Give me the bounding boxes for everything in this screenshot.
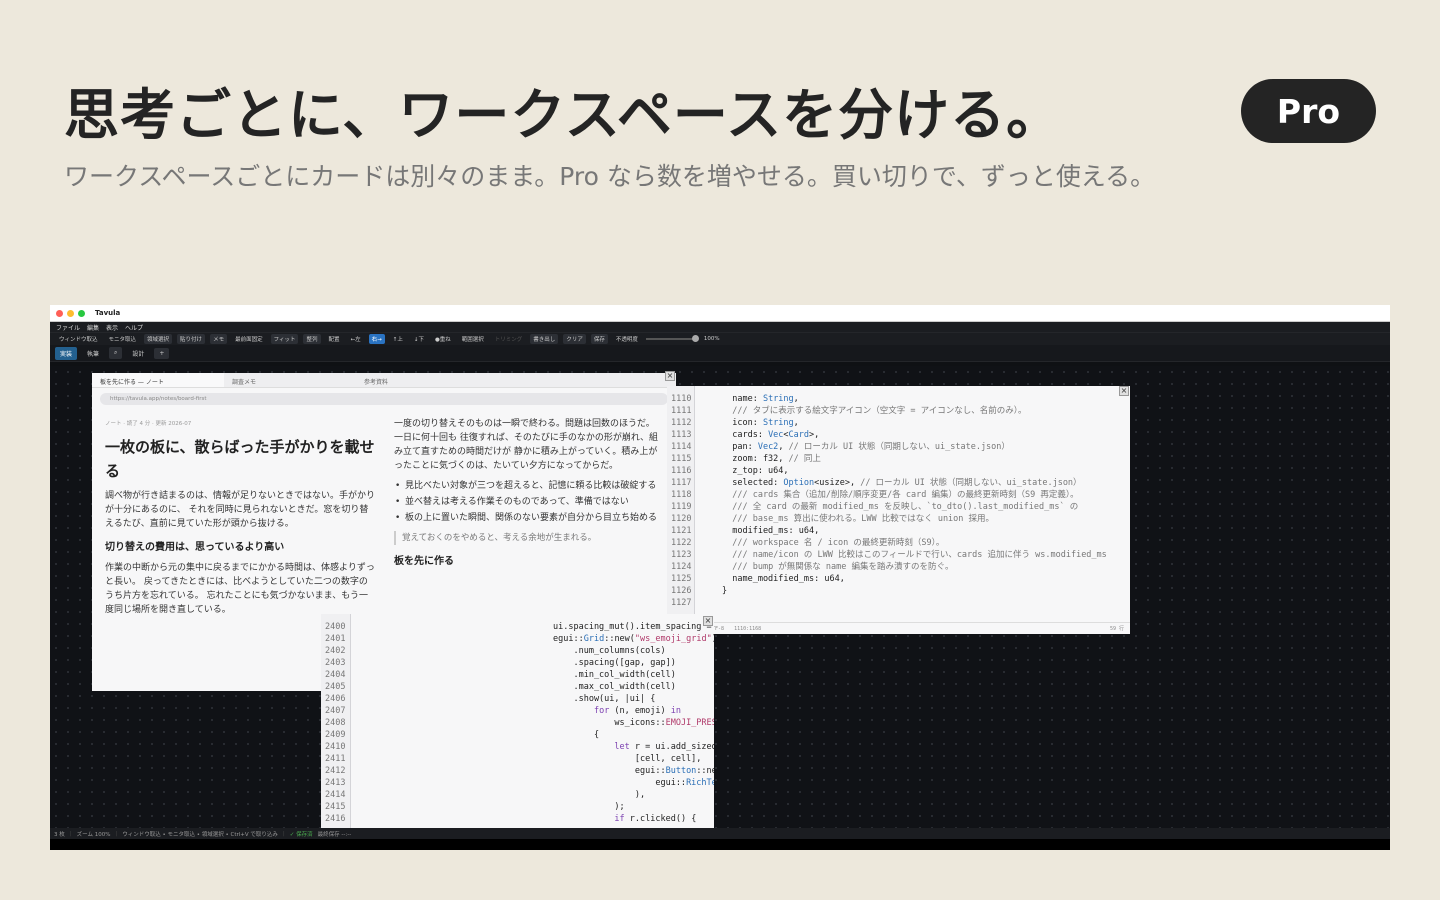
menu-file[interactable]: ファイル — [56, 323, 80, 332]
note-bullet-list: 見比べたい対象が三つを超えると、記憶に頼る比較は破綻する 並べ替えは考える作業そ… — [394, 479, 662, 525]
code-lines: ui.spacing_mut().item_spacing = egui egu… — [553, 622, 714, 824]
list-item: 板の上に置いた瞬間、関係のない要素が自分から目立ち始める — [394, 511, 662, 525]
fit-button[interactable]: フィット — [270, 334, 299, 344]
card-count: 3 枚 — [54, 831, 65, 838]
layout-label: 配置 — [328, 337, 340, 343]
note-title: 一枚の板に、散らばった手がかりを載せる — [105, 438, 375, 480]
capture-monitor-button[interactable]: モニタ取込 — [106, 334, 140, 344]
title-bar: Tavula — [50, 305, 1390, 322]
note-close-button[interactable]: × — [665, 371, 675, 381]
add-workspace-button[interactable]: + — [154, 347, 170, 359]
trim-button[interactable]: トリミング — [492, 334, 526, 344]
note-url-bar[interactable]: https://tavula.app/notes/board-first — [100, 393, 668, 405]
range-select-button[interactable]: 範囲選択 — [459, 334, 487, 344]
layout-stack-button[interactable]: ●重ね — [432, 334, 454, 344]
code-card-2-close-button[interactable]: × — [703, 616, 713, 626]
workspace-tab-design[interactable]: 設計 — [127, 347, 149, 360]
note-right-column: 一度の切り替えそのものは一瞬で終わる。問題は回数のほうだ。一日に何十回も 往復す… — [394, 417, 662, 575]
zoom-level: ズーム 100% — [76, 831, 111, 838]
note-heading-3: 板を先に作る — [394, 556, 454, 567]
note-paragraph-2: 作業の中断から元の集中に戻るまでにかかる時間は、体感よりずっと長い。 戻ってきた… — [105, 563, 375, 615]
code-position: 1110:1168 — [734, 625, 762, 632]
code-card-1-close-button[interactable]: × — [1119, 386, 1129, 396]
menu-edit[interactable]: 編集 — [87, 323, 99, 332]
code-card-2[interactable]: 2400 2401 2402 2403 2404 2405 2406 2407 … — [321, 614, 714, 830]
opacity-value: 100% — [703, 336, 720, 342]
capture-window-button[interactable]: ウィンドウ取込 — [56, 334, 101, 344]
code-status-bar: UTF-8 1110:1168 59 行 — [667, 622, 1130, 634]
layout-right-button[interactable]: 右→ — [368, 334, 385, 344]
save-button[interactable]: 保存 — [590, 334, 608, 344]
note-tab-main[interactable]: 板を先に作る — ノート — [92, 373, 224, 387]
clear-button[interactable]: クリア — [563, 334, 586, 344]
app-title: Tavula — [95, 309, 121, 317]
list-item: 見比べたい対象が三つを超えると、記憶に頼る比較は破綻する — [394, 479, 662, 493]
layout-down-button[interactable]: ↓下 — [411, 334, 427, 344]
menu-help[interactable]: ヘルプ — [125, 323, 143, 332]
hero-title: 思考ごとに、ワークスペースを分ける。 — [64, 83, 1063, 147]
code-lines: name: String, /// タブに表示する絵文字アイコン（空文字 = ア… — [722, 394, 1107, 596]
bottom-strip — [50, 839, 1390, 850]
note-tab-research[interactable]: 調査メモ — [224, 373, 356, 387]
note-tabs: 板を先に作る — ノート 調査メモ 参考資料 — [92, 373, 676, 388]
maximize-window-icon[interactable] — [78, 309, 85, 317]
menu-view[interactable]: 表示 — [106, 323, 118, 332]
status-bar: 3 枚 | ズーム 100% | ウィンドウ取込 • モニタ取込 • 領域選択 … — [50, 828, 1390, 839]
workspace-tab-implement[interactable]: 実装 — [55, 346, 78, 360]
arrange-button[interactable]: 整列 — [303, 334, 321, 344]
opacity-label: 不透明度 — [615, 337, 638, 343]
last-saved: 最終保存 --:-- — [317, 831, 352, 838]
app-screenshot: Tavula ファイル 編集 表示 ヘルプ ウィンドウ取込 モニタ取込 領域選択… — [50, 305, 1390, 850]
close-window-icon[interactable] — [56, 309, 63, 317]
workspace-tab-writing[interactable]: 執筆 — [82, 347, 104, 360]
note-heading-2: 切り替えの費用は、思っているより高い — [105, 542, 285, 553]
note-quote: 覚えておくのをやめると、考える余地が生まれる。 — [394, 531, 662, 545]
save-status: ✓ 保存済 — [289, 831, 313, 838]
note-left-column: ノート · 読了 4 分 · 更新 2026-07 一枚の板に、散らばった手がか… — [105, 417, 375, 619]
memo-button[interactable]: メモ — [210, 334, 228, 344]
code-gutter: 1110 1111 1112 1113 1114 1115 1116 1117 … — [667, 386, 695, 634]
board-canvas[interactable]: 板を先に作る — ノート 調査メモ 参考資料 https://tavula.ap… — [50, 366, 1390, 830]
pro-badge: Pro — [1241, 79, 1376, 143]
code-card-1[interactable]: 1110 1111 1112 1113 1114 1115 1116 1117 … — [667, 386, 1130, 634]
region-select-button[interactable]: 領域選択 — [144, 334, 173, 344]
code-gutter: 2400 2401 2402 2403 2404 2405 2406 2407 … — [321, 614, 351, 830]
menu-bar: ファイル 編集 表示 ヘルプ — [50, 322, 1390, 332]
hero-subtitle: ワークスペースごとにカードは別々のまま。Pro なら数を増やせる。買い切りで、ず… — [64, 162, 1156, 191]
workspace-search-icon[interactable]: ⌕ — [109, 347, 123, 359]
workspace-bar: 実装 執筆 ⌕ 設計 + — [50, 345, 1390, 362]
note-meta: ノート · 読了 4 分 · 更新 2026-07 — [105, 421, 192, 427]
note-right-paragraph: 一度の切り替えそのものは一瞬で終わる。問題は回数のほうだ。一日に何十回も 往復す… — [394, 419, 658, 471]
opacity-slider[interactable] — [645, 335, 699, 342]
pin-front-button[interactable]: 最前面固定 — [232, 334, 266, 344]
note-paragraph-1: 調べ物が行き詰まるのは、情報が足りないときではない。手がかりが十分にあるのに、 … — [105, 491, 376, 529]
code-line-count: 59 行 — [1109, 625, 1124, 632]
layout-up-button[interactable]: ↑上 — [390, 334, 406, 344]
minimize-window-icon[interactable] — [67, 309, 74, 317]
export-button[interactable]: 書き出し — [530, 334, 559, 344]
toolbar: ウィンドウ取込 モニタ取込 領域選択 貼り付け メモ 最前面固定 フィット 整列… — [50, 332, 1390, 345]
status-hint: ウィンドウ取込 • モニタ取込 • 領域選択 • Ctrl+V で取り込み — [122, 831, 278, 838]
list-item: 並べ替えは考える作業そのものであって、準備ではない — [394, 495, 662, 509]
paste-button[interactable]: 貼り付け — [177, 334, 206, 344]
opacity-slider-knob[interactable] — [691, 335, 699, 342]
note-tab-reference[interactable]: 参考資料 — [356, 373, 488, 387]
layout-left-button[interactable]: ←左 — [348, 334, 364, 344]
